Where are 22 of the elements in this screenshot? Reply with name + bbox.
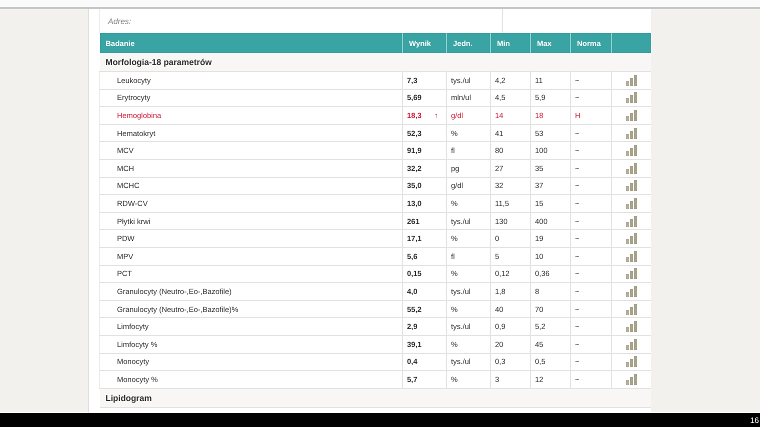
bar-chart-icon[interactable] xyxy=(626,145,638,156)
bar-chart-icon[interactable] xyxy=(626,180,638,192)
bar-chart-icon[interactable] xyxy=(626,92,638,104)
bar-chart-icon[interactable] xyxy=(626,74,638,86)
bar-chart-icon[interactable] xyxy=(626,374,638,385)
group-header: Lipidogram xyxy=(100,388,651,408)
bar-chart-icon[interactable] xyxy=(626,128,638,139)
bar-chart-icon[interactable] xyxy=(626,198,638,209)
bar-chart-icon[interactable] xyxy=(626,110,638,121)
bar-chart-icon[interactable] xyxy=(626,250,638,262)
bar-chart-icon[interactable] xyxy=(626,304,638,315)
bar-chart-icon[interactable] xyxy=(626,356,638,368)
bar-chart-icon[interactable] xyxy=(626,216,638,227)
bar-chart-icon[interactable] xyxy=(626,233,638,244)
bar-chart-icon[interactable] xyxy=(626,286,638,297)
bar-chart-icon[interactable] xyxy=(626,162,638,174)
bar-chart-icon[interactable] xyxy=(626,321,638,332)
bar-chart-icon[interactable] xyxy=(626,338,638,350)
group-header: Morfologia-18 parametrów xyxy=(100,53,651,72)
clock: 16 xyxy=(750,416,760,424)
address-label: Adres: xyxy=(108,16,132,26)
bar-chart-icon[interactable] xyxy=(626,268,638,280)
